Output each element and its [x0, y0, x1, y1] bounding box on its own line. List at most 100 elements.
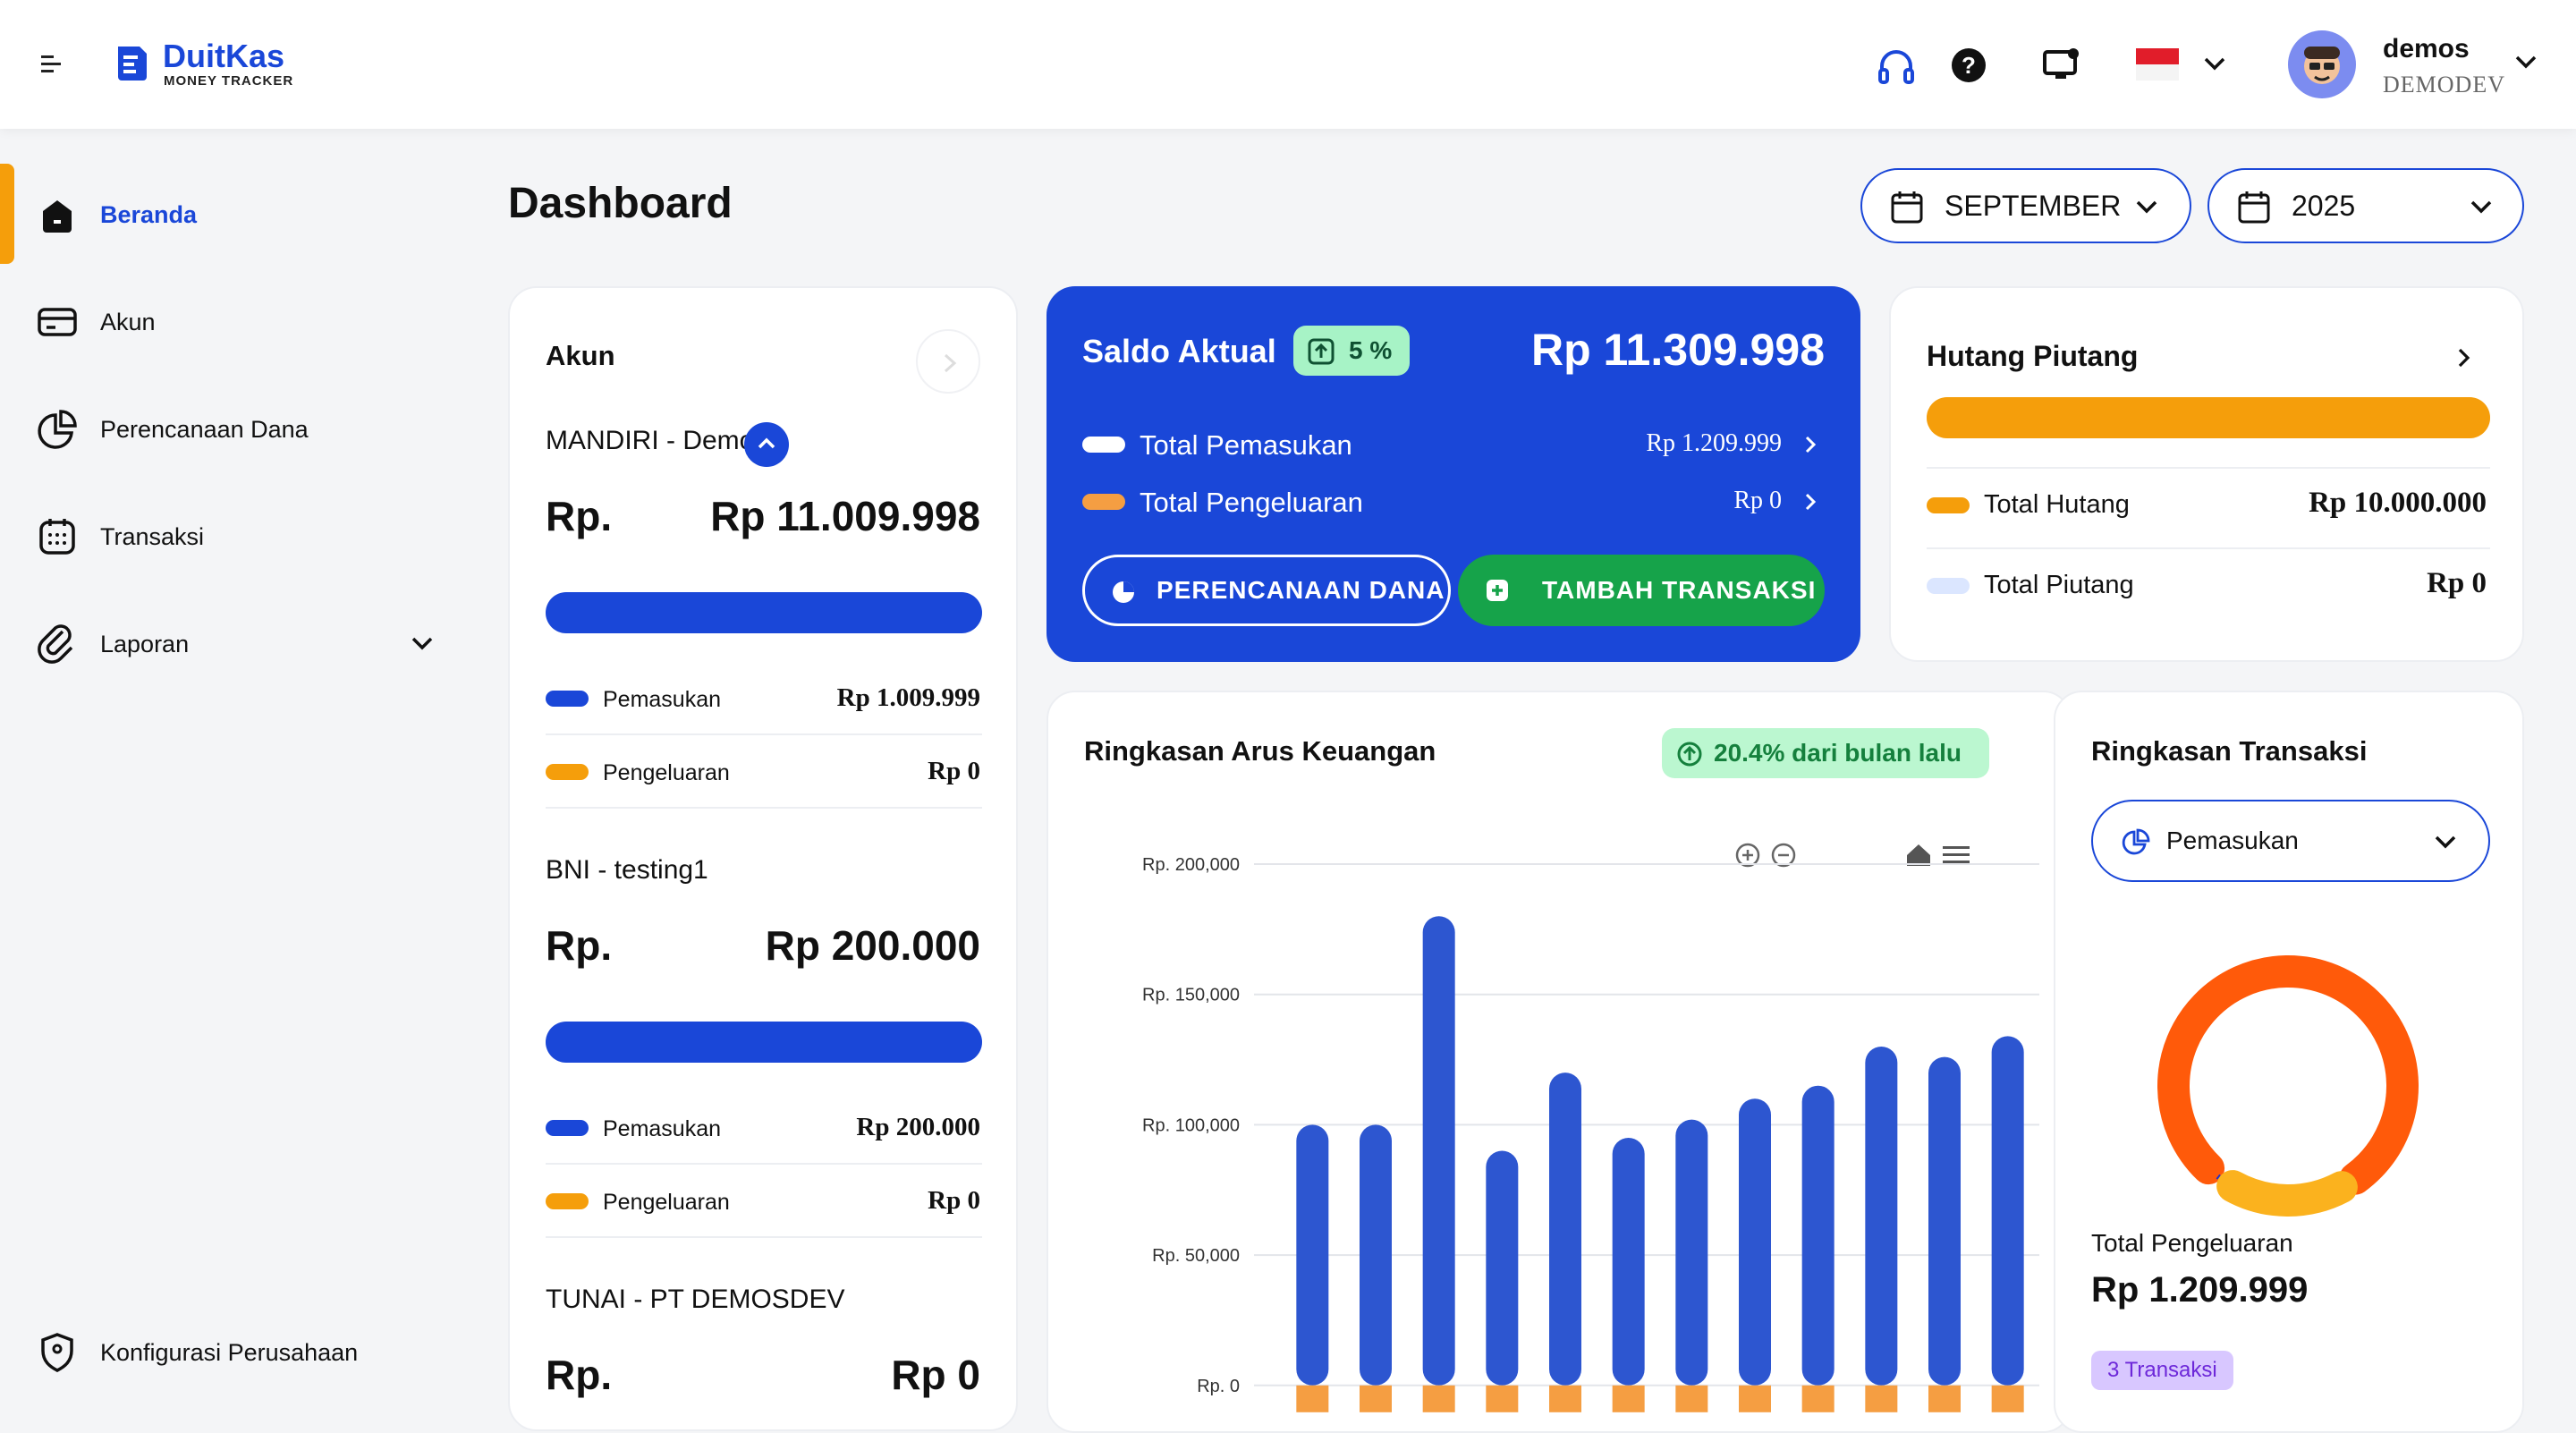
perencanaan-dana-button[interactable]: PERENCANAAN DANA: [1082, 555, 1451, 626]
sidebar-item-transaksi[interactable]: Transaksi: [0, 501, 483, 572]
account-currency: Rp.: [546, 922, 613, 969]
user-menu-chevron-down-icon[interactable]: [2513, 54, 2538, 72]
scroll-up-button[interactable]: [744, 422, 789, 467]
user-avatar[interactable]: [2288, 30, 2356, 98]
duitkas-logo-icon: [118, 47, 147, 81]
row-divider: [546, 733, 982, 735]
expense-legend-dot: [1082, 494, 1125, 510]
arus-badge-text: 20.4% dari bulan lalu: [1714, 739, 1962, 767]
tambah-transaksi-button[interactable]: TAMBAH TRANSAKSI: [1458, 555, 1825, 626]
saldo-badge-text: 5 %: [1349, 336, 1393, 364]
hutang-legend-dot: [1927, 497, 1970, 513]
menu-toggle-icon[interactable]: [39, 52, 64, 77]
chart-bar-secondary[interactable]: [1360, 1385, 1392, 1412]
chart-bar-secondary[interactable]: [1865, 1385, 1898, 1412]
help-icon[interactable]: ?: [1950, 47, 1987, 84]
chart-bar-secondary[interactable]: [1739, 1385, 1771, 1412]
chart-bar[interactable]: [1865, 1046, 1898, 1386]
income-legend-dot: [546, 1120, 589, 1136]
total-pengeluaran-value: Rp 0: [1733, 487, 1782, 514]
expense-label: Pengeluaran: [603, 1190, 730, 1215]
chart-bar[interactable]: [1360, 1124, 1392, 1386]
akun-next-button[interactable]: [916, 329, 980, 394]
chart-bar-secondary[interactable]: [1549, 1385, 1581, 1412]
transaksi-type-select[interactable]: Pemasukan: [2091, 800, 2490, 882]
y-tick-label: Rp. 150,000: [1142, 986, 1240, 1005]
income-label: Pemasukan: [603, 1116, 722, 1141]
total-pemasukan-value: Rp 1.209.999: [1646, 429, 1782, 457]
trend-up-icon: [1308, 338, 1335, 365]
language-chevron-down-icon[interactable]: [2202, 55, 2227, 73]
pie-icon: [1113, 581, 1134, 603]
income-legend-dot: [546, 691, 589, 707]
laporan-chevron-down-icon[interactable]: [410, 635, 435, 653]
total-piutang-value: Rp 0: [2427, 567, 2487, 599]
sidebar-label: Perencanaan Dana: [100, 415, 309, 443]
chart-bar-secondary[interactable]: [1928, 1385, 1961, 1412]
sidebar-label: Konfigurasi Perusahaan: [100, 1338, 359, 1366]
sidebar-item-laporan[interactable]: Laporan: [0, 608, 483, 680]
headset-icon[interactable]: [1875, 45, 1918, 88]
account-balance: Rp 200.000: [765, 922, 980, 969]
monitor-settings-icon[interactable]: [2041, 45, 2082, 86]
chart-bar[interactable]: [1928, 1056, 1961, 1386]
chart-bar[interactable]: [1991, 1036, 2024, 1386]
calendar-icon: [39, 519, 75, 555]
chart-bar[interactable]: [1549, 1073, 1581, 1386]
chart-bar-secondary[interactable]: [1296, 1385, 1329, 1412]
sidebar-item-akun[interactable]: Akun: [0, 286, 483, 358]
chart-bar[interactable]: [1739, 1098, 1771, 1386]
ringkasan-arus-card: Ringkasan Arus Keuangan 20.4% dari bulan…: [1046, 691, 2072, 1433]
chart-bar[interactable]: [1296, 1124, 1329, 1386]
sidebar-label: Transaksi: [100, 522, 205, 550]
chart-bar[interactable]: [1486, 1150, 1519, 1386]
month-select[interactable]: SEPTEMBER: [1860, 168, 2191, 243]
transaksi-donut-chart: [2157, 955, 2419, 1217]
ringkasan-transaksi-card: Ringkasan Transaksi Pemasukan Total Peng…: [2054, 691, 2524, 1433]
row-divider: [1927, 467, 2490, 469]
account-currency: Rp.: [546, 493, 613, 539]
income-label: Pemasukan: [603, 687, 722, 712]
total-pengeluaran-label: Total Pengeluaran: [1140, 487, 1363, 518]
chart-bar[interactable]: [1675, 1119, 1708, 1386]
chart-bar[interactable]: [1422, 916, 1455, 1386]
hutang-title: Hutang Piutang: [1927, 340, 2139, 372]
account-name: TUNAI - PT DEMOSDEV: [546, 1285, 845, 1314]
arus-growth-badge: 20.4% dari bulan lalu: [1662, 728, 1989, 778]
hutang-next-button[interactable]: [2435, 329, 2492, 386]
pie-icon: [2122, 828, 2150, 855]
chart-bar-secondary[interactable]: [1991, 1385, 2024, 1412]
avatar-face-icon: [2304, 47, 2340, 84]
row-divider: [546, 1236, 982, 1238]
year-select[interactable]: 2025: [2207, 168, 2524, 243]
chart-bar-secondary[interactable]: [1612, 1385, 1645, 1412]
sidebar-item-perencanaan-dana[interactable]: Perencanaan Dana: [0, 394, 483, 465]
chevron-up-icon: [758, 437, 775, 449]
sidebar-label: Laporan: [100, 630, 190, 657]
trend-up-icon: [1677, 742, 1702, 767]
chevron-right-icon[interactable]: [1803, 492, 1818, 512]
income-value: Rp 1.009.999: [836, 683, 980, 712]
app-name: DuitKas: [163, 38, 285, 74]
card-icon: [38, 308, 77, 336]
chart-bar-secondary[interactable]: [1486, 1385, 1519, 1412]
expense-legend-dot: [546, 1193, 589, 1209]
row-divider: [1927, 547, 2490, 549]
hutang-progress-fill: [1927, 397, 2490, 438]
chart-bar-secondary[interactable]: [1675, 1385, 1708, 1412]
chevron-right-icon[interactable]: [1803, 435, 1818, 454]
sidebar-item-beranda[interactable]: Beranda: [0, 179, 483, 250]
chart-bar-secondary[interactable]: [1801, 1385, 1835, 1412]
month-value: SEPTEMBER: [1945, 189, 2122, 222]
chevron-right-icon: [944, 353, 957, 373]
chart-bar-secondary[interactable]: [1422, 1385, 1455, 1412]
sidebar-label: Akun: [100, 308, 156, 335]
sidebar-item-konfigurasi-perusahaan[interactable]: Konfigurasi Perusahaan: [0, 1317, 483, 1388]
indonesia-flag-icon[interactable]: [2136, 48, 2179, 81]
account-balance: Rp 0: [891, 1352, 980, 1398]
row-divider: [546, 1163, 982, 1165]
income-value: Rp 200.000: [856, 1113, 980, 1141]
chart-bar[interactable]: [1612, 1137, 1645, 1386]
clip-icon: [38, 624, 73, 664]
chart-bar[interactable]: [1801, 1085, 1835, 1386]
